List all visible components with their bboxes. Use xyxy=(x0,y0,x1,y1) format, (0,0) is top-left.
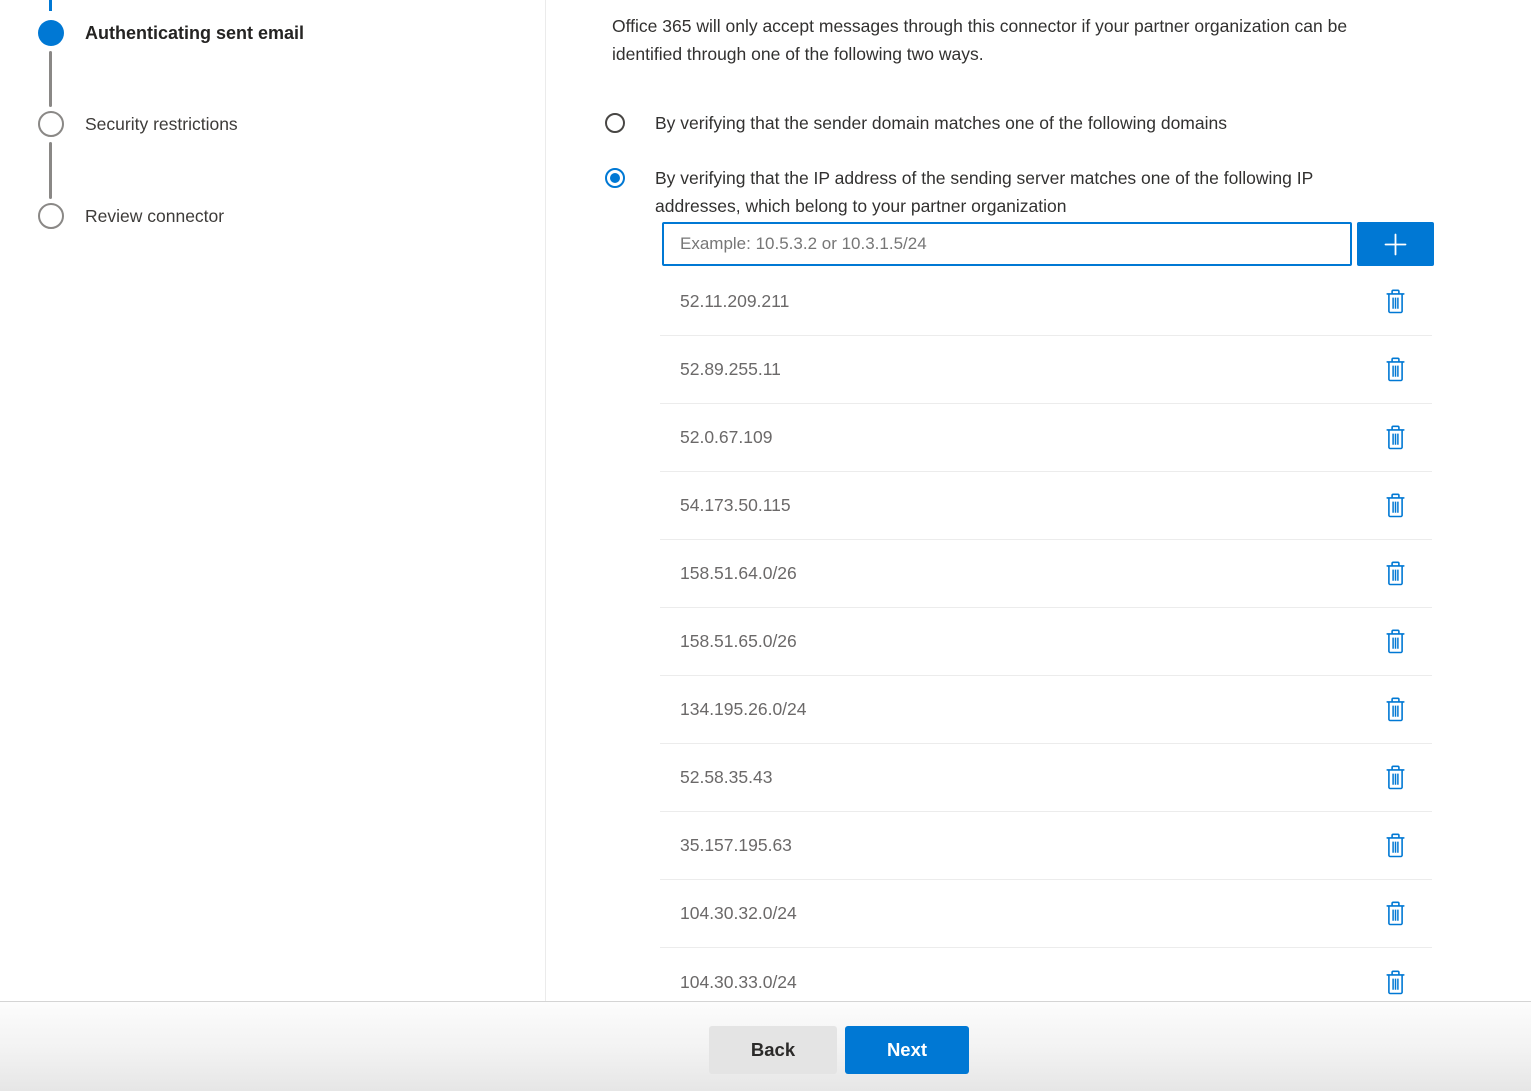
trash-icon xyxy=(1385,425,1406,450)
ip-list-item: 52.58.35.43 xyxy=(660,744,1432,812)
trash-icon xyxy=(1385,833,1406,858)
delete-ip-button[interactable] xyxy=(1383,627,1408,656)
radio-unselected-icon[interactable] xyxy=(605,113,625,133)
step-label: Review connector xyxy=(85,206,224,227)
stepper-connector xyxy=(49,142,52,199)
delete-ip-button[interactable] xyxy=(1383,355,1408,384)
ip-address-value: 35.157.195.63 xyxy=(680,835,792,856)
ip-list-item: 104.30.32.0/24 xyxy=(660,880,1432,948)
ip-add-row xyxy=(662,222,1531,266)
trash-icon xyxy=(1385,561,1406,586)
wizard-stepper-panel: Authenticating sent email Security restr… xyxy=(0,0,546,1001)
ip-address-value: 54.173.50.115 xyxy=(680,495,791,516)
next-button[interactable]: Next xyxy=(845,1026,969,1074)
stepper-connector-previous xyxy=(49,0,52,11)
radio-option-label: By verifying that the sender domain matc… xyxy=(655,109,1227,137)
ip-list-item: 52.11.209.211 xyxy=(660,268,1432,336)
ip-address-value: 158.51.65.0/26 xyxy=(680,631,797,652)
ip-list-item: 35.157.195.63 xyxy=(660,812,1432,880)
trash-icon xyxy=(1385,493,1406,518)
step-label: Authenticating sent email xyxy=(85,23,304,44)
delete-ip-button[interactable] xyxy=(1383,695,1408,724)
trash-icon xyxy=(1385,970,1406,995)
stepper-step[interactable]: Authenticating sent email xyxy=(38,20,304,46)
radio-option-ip-address[interactable]: By verifying that the IP address of the … xyxy=(605,164,1531,220)
delete-ip-button[interactable] xyxy=(1383,831,1408,860)
delete-ip-button[interactable] xyxy=(1383,559,1408,588)
trash-icon xyxy=(1385,765,1406,790)
ip-address-value: 104.30.33.0/24 xyxy=(680,972,797,993)
wizard-footer: Back Next xyxy=(0,1001,1531,1091)
stepper-step[interactable]: Review connector xyxy=(38,203,224,229)
ip-address-value: 134.195.26.0/24 xyxy=(680,699,807,720)
trash-icon xyxy=(1385,901,1406,926)
ip-list-item: 158.51.65.0/26 xyxy=(660,608,1432,676)
ip-list-item: 158.51.64.0/26 xyxy=(660,540,1432,608)
ip-address-value: 158.51.64.0/26 xyxy=(680,563,797,584)
delete-ip-button[interactable] xyxy=(1383,968,1408,997)
ip-list-item: 134.195.26.0/24 xyxy=(660,676,1432,744)
ip-list-item: 52.0.67.109 xyxy=(660,404,1432,472)
delete-ip-button[interactable] xyxy=(1383,899,1408,928)
ip-address-list: 52.11.209.211 52.89.255.11 xyxy=(660,268,1432,1001)
ip-address-value: 52.11.209.211 xyxy=(680,291,789,312)
step-circle-icon xyxy=(38,203,64,229)
delete-ip-button[interactable] xyxy=(1383,287,1408,316)
stepper-connector xyxy=(49,51,52,107)
plus-icon xyxy=(1382,231,1409,258)
ip-address-input[interactable] xyxy=(662,222,1352,266)
trash-icon xyxy=(1385,629,1406,654)
ip-address-value: 104.30.32.0/24 xyxy=(680,903,797,924)
ip-list-item: 104.30.33.0/24 xyxy=(660,948,1432,1001)
ip-address-value: 52.58.35.43 xyxy=(680,767,772,788)
ip-list-item: 54.173.50.115 xyxy=(660,472,1432,540)
add-ip-button[interactable] xyxy=(1357,222,1434,266)
trash-icon xyxy=(1385,289,1406,314)
ip-address-value: 52.0.67.109 xyxy=(680,427,772,448)
step-label: Security restrictions xyxy=(85,114,238,135)
trash-icon xyxy=(1385,697,1406,722)
intro-text: Office 365 will only accept messages thr… xyxy=(612,12,1531,68)
wizard-step-content: Office 365 will only accept messages thr… xyxy=(605,0,1531,1001)
ip-list-item: 52.89.255.11 xyxy=(660,336,1432,404)
step-circle-icon xyxy=(38,111,64,137)
back-button[interactable]: Back xyxy=(709,1026,837,1074)
delete-ip-button[interactable] xyxy=(1383,763,1408,792)
ip-address-value: 52.89.255.11 xyxy=(680,359,781,380)
delete-ip-button[interactable] xyxy=(1383,491,1408,520)
radio-selected-icon[interactable] xyxy=(605,168,625,188)
stepper-step[interactable]: Security restrictions xyxy=(38,111,238,137)
trash-icon xyxy=(1385,357,1406,382)
step-circle-icon xyxy=(38,20,64,46)
delete-ip-button[interactable] xyxy=(1383,423,1408,452)
connector-wizard-page: Authenticating sent email Security restr… xyxy=(0,0,1531,1091)
radio-option-label: By verifying that the IP address of the … xyxy=(655,164,1313,220)
radio-option-sender-domain[interactable]: By verifying that the sender domain matc… xyxy=(605,109,1531,137)
